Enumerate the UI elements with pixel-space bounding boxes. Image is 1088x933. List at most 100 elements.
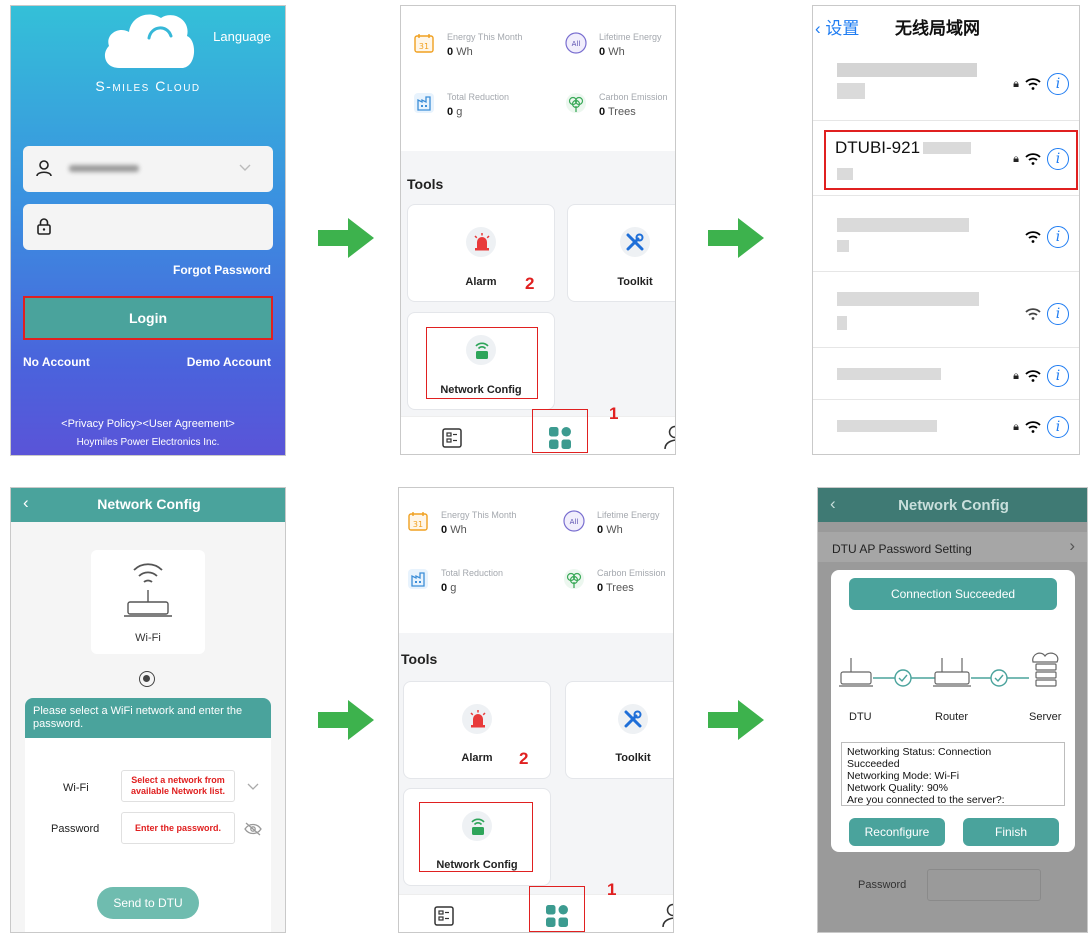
networking-status-box[interactable]: Networking Status: Connection Succeeded … [841,742,1065,806]
highlight-dtu-network [824,130,1078,190]
tools-screen: 31 Energy This Month 0 Wh All Lifetime E… [398,487,674,933]
info-icon[interactable]: i [1047,226,1069,248]
stat-label: Energy This Month [447,32,523,42]
dtu-ap-password-row[interactable]: DTU AP Password Setting › [818,532,1087,562]
forgot-password-link[interactable]: Forgot Password [173,263,271,277]
toolkit-tile[interactable]: Toolkit [567,204,675,302]
cloud-logo-icon [104,14,195,68]
tab-profile-icon[interactable] [663,425,676,451]
username-field[interactable] [23,146,273,192]
back-settings-link[interactable]: ‹ 设置 [815,14,859,39]
tab-dashboard-icon[interactable] [441,427,463,449]
check-circle-icon [990,669,1008,687]
row-icons: 🔒︎ i [1013,416,1069,438]
login-screen: Language S-miles Cloud Forgot Password L… [10,5,286,456]
stat-value: 0 [447,46,454,58]
chevron-down-icon[interactable] [247,783,259,791]
highlight-tools-tab [529,886,585,932]
server-label: Server [1029,711,1062,723]
user-icon [36,160,52,177]
alarm-tile[interactable]: Alarm [403,681,551,779]
step-number-2: 2 [519,749,529,768]
svg-text:All: All [572,40,581,48]
send-to-dtu-button[interactable]: Send to DTU [97,887,199,919]
calendar-icon: 31 [414,34,434,53]
status-line: Succeeded [847,758,900,770]
dtu-label: DTU [849,711,872,723]
lock-icon: 🔒︎ [1013,77,1019,90]
info-icon[interactable]: i [1047,73,1069,95]
svg-text:All: All [570,518,579,526]
wifi-title: 无线局域网 [895,19,980,38]
stat-unit: Wh [608,46,625,58]
password-field[interactable] [23,204,273,250]
eye-hidden-icon[interactable] [244,822,262,836]
password-input[interactable]: Enter the password. [121,812,235,844]
wifi-field-label: Wi-Fi [63,782,89,794]
toolkit-icon [626,233,644,251]
password-input[interactable] [927,869,1041,901]
stat-label: Carbon Emission [599,92,668,102]
password-field-label: Password [858,879,907,891]
stat-unit: Trees [607,106,636,118]
company-name: Hoymiles Power Electronics Inc. [76,437,220,448]
info-icon[interactable]: i [1047,365,1069,387]
connection-success-screen: ‹ Network Config DTU AP Password Setting… [817,487,1088,933]
factory-icon [408,569,428,589]
stat-label: Carbon Emission [597,568,666,578]
stat-unit: Wh [606,524,623,536]
wifi-select-field[interactable]: Select a network from available Network … [121,770,235,802]
tree-icon [564,569,584,589]
toolkit-tile[interactable]: Toolkit [565,681,673,779]
chevron-right-icon: › [1069,536,1075,555]
login-button[interactable]: Login [23,296,273,340]
calendar-icon: 31 [408,512,428,531]
router-icon [124,563,172,617]
privacy-links[interactable]: <Privacy Policy><User Agreement> [11,418,285,430]
demo-account-link[interactable]: Demo Account [187,355,271,369]
dtu-ap-password-label: DTU AP Password Setting [832,542,972,556]
wifi-mode-card[interactable]: Wi-Fi [91,550,205,654]
stat-label: Energy This Month [441,510,517,520]
row-icons: 🔒︎ i [1013,73,1069,95]
info-icon[interactable]: i [1047,416,1069,438]
wifi-mode-radio[interactable] [139,671,155,687]
language-link[interactable]: Language [213,29,271,44]
finish-button[interactable]: Finish [963,818,1059,846]
network-config-screen: ‹ Network Config Wi-Fi Please select a W… [10,487,286,933]
step-number-1: 1 [607,880,617,899]
cloud-server-icon [1032,652,1059,687]
netcfg-title: Network Config [898,497,1009,514]
status-line: Networking Status: Connection [847,746,992,758]
wifi-network-row[interactable]: 🔒︎ i [813,352,1079,400]
tab-profile-icon[interactable] [661,903,674,929]
stat-value: 0 [599,106,606,118]
wifi-network-row[interactable]: i [813,202,1079,272]
wifi-network-row[interactable]: i [813,276,1079,348]
info-icon[interactable]: i [1047,303,1069,325]
stat-label: Total Reduction [441,568,504,578]
toolkit-label: Toolkit [617,276,653,288]
no-account-link[interactable]: No Account [23,355,90,369]
stat-value: 0 [447,106,454,118]
reconfigure-button[interactable]: Reconfigure [849,818,945,846]
stat-unit: g [456,106,463,118]
wifi-signal-icon [1025,421,1041,433]
wifi-network-row[interactable]: 🔒︎ i [813,404,1079,452]
status-line: Are you connected to the server?: [847,794,1005,806]
netcfg-header: ‹ Network Config [11,488,285,522]
wifi-signal-icon [1025,78,1041,90]
stat-value: 0 [441,524,448,536]
all-badge-icon: All [565,32,587,54]
lock-icon: 🔒︎ [1013,369,1019,382]
step-number-2: 2 [525,274,535,293]
wifi-signal-icon [1025,231,1041,243]
tab-dashboard-icon[interactable] [433,905,455,927]
netcfg-title: Network Config [97,496,201,512]
instruction-text: Please select a WiFi network and enter t… [25,698,271,738]
stat-unit: Wh [456,46,473,58]
wifi-network-row[interactable]: 🔒︎ i [813,51,1079,121]
arrow-right-icon [318,218,374,258]
connection-succeeded-banner: Connection Succeeded [849,578,1057,610]
chevron-down-icon[interactable] [239,164,251,172]
